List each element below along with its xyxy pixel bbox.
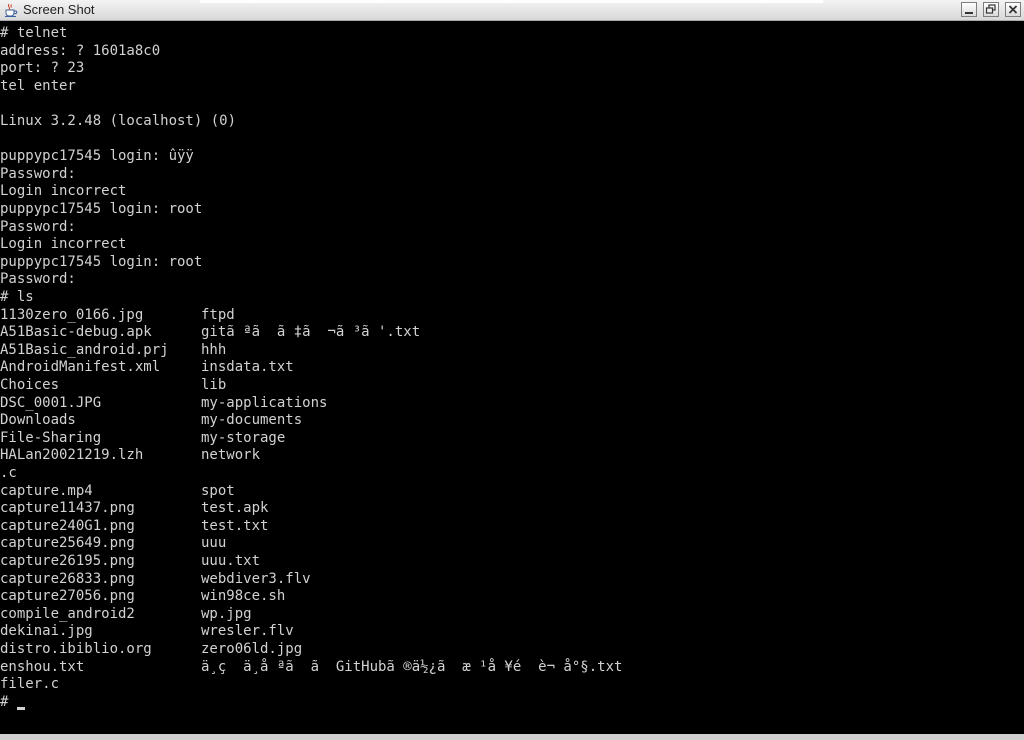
terminal-line: # telnet — [0, 25, 68, 41]
ls-entry: webdiver3.flv — [201, 570, 311, 587]
ls-entry: Downloads — [0, 412, 76, 429]
ls-entry: File-Sharing — [0, 429, 102, 446]
terminal-line: Password: — [0, 218, 76, 235]
ls-entry: wp.jpg — [201, 605, 252, 622]
ls-entry: Choices — [0, 377, 60, 393]
ls-entry: test.txt — [201, 517, 269, 534]
ls-entry: spot — [201, 482, 235, 499]
ls-entry: my-applications — [201, 394, 328, 411]
ls-entry: capture26195.png — [0, 553, 135, 569]
text-cursor — [17, 706, 25, 710]
window-title: Screen Shot — [23, 2, 95, 17]
shell-prompt: # — [0, 693, 17, 710]
ls-entry: A51Basic-debug.apk — [0, 324, 152, 341]
minimize-button[interactable] — [961, 2, 977, 17]
ls-entry: capture27056.png — [0, 588, 135, 605]
ls-entry: compile_android2 — [0, 605, 135, 622]
terminal-line: puppypc17545 login: root — [0, 201, 203, 217]
ls-entry: uuu.txt — [201, 553, 261, 569]
ls-entry: HALan20021219.lzh — [0, 447, 144, 464]
ls-entry: hhh — [201, 341, 227, 358]
ls-entry: test.apk — [201, 500, 269, 517]
terminal-line: Linux 3.2.48 (localhost) (0) — [0, 113, 237, 129]
ls-entry: lib — [201, 377, 227, 393]
java-coffee-cup-icon — [3, 2, 19, 18]
ls-entry: DSC_0001.JPG — [0, 394, 102, 411]
ls-entry: A51Basic_android.prj — [0, 341, 169, 358]
ls-entry: ä¸ç ä¸å ªã ã GitHubã ®ä½¿ã æ ¹å ¥é è¬ å°… — [201, 658, 623, 675]
terminal-line: Password: — [0, 165, 76, 182]
terminal-output[interactable]: # telnet address: ? 1601a8c0 port: ? 23 tel… — [0, 21, 1024, 734]
ls-entry: gitã ªã ã ‡ã ¬ã ³ã '.txt — [201, 324, 421, 341]
terminal-line: address: ? 1601a8c0 — [0, 42, 161, 59]
ls-entry: distro.ibiblio.org — [0, 641, 152, 657]
ls-entry: capture.mp4 — [0, 482, 93, 499]
ls-entry: ftpd — [201, 306, 235, 323]
close-button[interactable] — [1005, 2, 1021, 17]
ls-entry: capture26833.png — [0, 570, 135, 587]
ls-entry: my-documents — [201, 412, 303, 429]
ls-entry: network — [201, 447, 261, 464]
terminal-line: Login incorrect — [0, 236, 127, 253]
ls-entry: uuu — [201, 535, 227, 552]
terminal-line: # ls — [0, 289, 34, 305]
ls-entry: capture11437.png — [0, 500, 135, 517]
ls-entry: capture25649.png — [0, 535, 135, 552]
ls-entry: 1130zero_0166.jpg — [0, 306, 144, 323]
terminal-line: puppypc17545 login: root — [0, 253, 203, 270]
terminal-line: tel enter — [0, 77, 76, 94]
terminal-line: puppypc17545 login: ûÿÿ — [0, 148, 194, 165]
ls-entry: dekinai.jpg — [0, 623, 93, 640]
terminal-line: Password: — [0, 271, 76, 288]
ls-entry: insdata.txt — [201, 359, 294, 376]
titlebar-highlight — [200, 0, 823, 3]
ls-entry: enshou.txt — [0, 658, 85, 675]
ls-entry: zero06ld.jpg — [201, 641, 303, 657]
terminal-line: port: ? 23 — [0, 60, 85, 77]
ls-entry: wresler.flv — [201, 623, 294, 640]
ls-entry: capture240G1.png — [0, 517, 135, 534]
terminal-line: Login incorrect — [0, 183, 127, 200]
ls-entry: filer.c — [0, 676, 60, 693]
ls-entry: win98ce.sh — [201, 588, 286, 605]
window-bottom-border — [0, 734, 1024, 740]
ls-entry: .c — [0, 465, 17, 481]
window-titlebar[interactable]: Screen Shot — [0, 0, 1024, 21]
ls-entry: my-storage — [201, 429, 286, 446]
ls-entry: AndroidManifest.xml — [0, 359, 161, 376]
restore-button[interactable] — [983, 2, 999, 17]
